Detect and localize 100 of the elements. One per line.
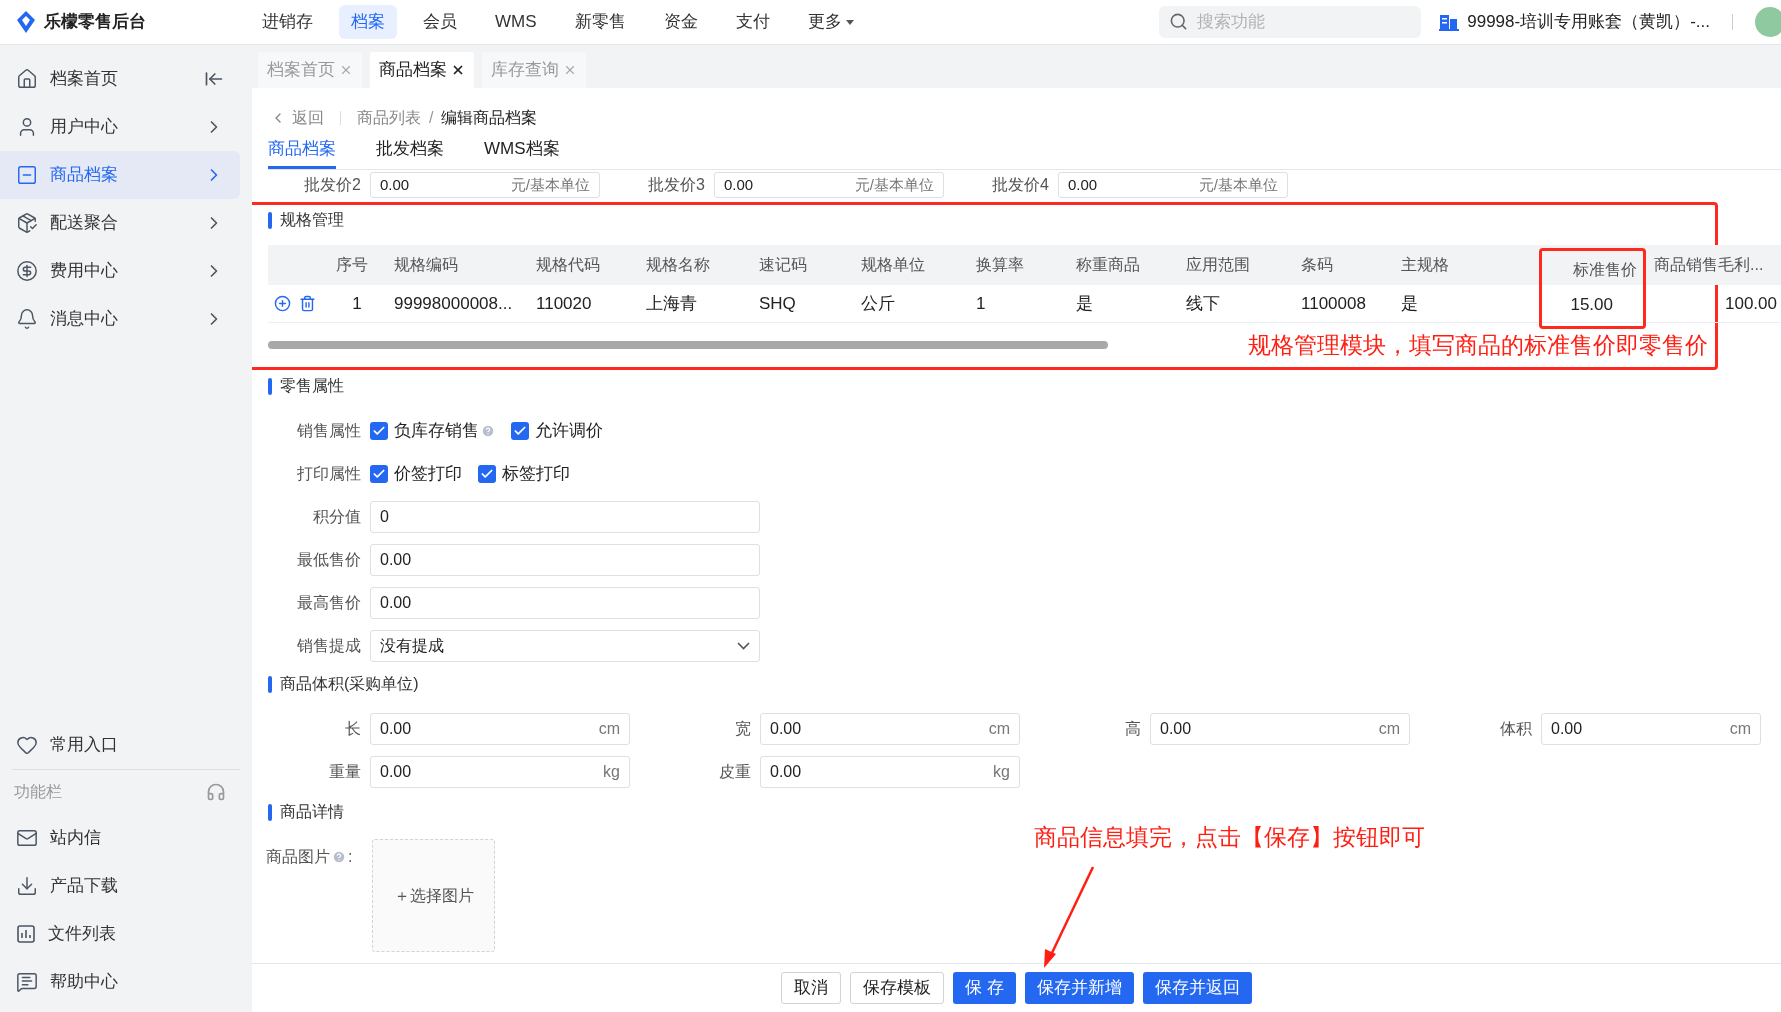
- nav-link[interactable]: 新零售: [562, 5, 638, 39]
- input-field[interactable]: 0.00 kg: [370, 755, 630, 788]
- breadcrumb-item[interactable]: 商品列表: [357, 106, 421, 130]
- checkbox[interactable]: [370, 464, 388, 483]
- sidebar-item[interactable]: 常用入口: [0, 721, 240, 769]
- home-icon: [16, 68, 38, 90]
- form-tab[interactable]: 批发档案: [376, 132, 444, 169]
- input-field[interactable]: 0.00 元/基本单位: [1058, 172, 1288, 198]
- column-header: 标准售价: [1539, 248, 1646, 288]
- nav-link[interactable]: 资金: [651, 5, 710, 39]
- table-cell-text: 公斤: [860, 292, 896, 315]
- package-icon: [16, 212, 38, 234]
- field-label: 高: [1125, 718, 1141, 739]
- headset-icon[interactable]: [206, 782, 226, 802]
- sidebar-item[interactable]: 档案首页: [0, 55, 240, 103]
- checkbox[interactable]: [370, 421, 388, 440]
- collapse-icon[interactable]: [204, 69, 224, 89]
- checkbox[interactable]: [511, 421, 529, 440]
- nav-link[interactable]: 更多: [795, 5, 866, 39]
- column-header: 速记码: [758, 255, 808, 275]
- primary-button[interactable]: 保存并返回: [1142, 972, 1252, 1004]
- back-link[interactable]: 返回: [270, 106, 324, 130]
- input-field[interactable]: 0.00 cm: [760, 712, 1020, 745]
- nav-link[interactable]: 档案: [339, 5, 397, 39]
- nav-link[interactable]: 进销存: [250, 5, 325, 39]
- add-row-icon[interactable]: [274, 295, 291, 312]
- select-field[interactable]: 没有提成: [370, 629, 760, 662]
- chevron-icon: [737, 641, 750, 650]
- input-field[interactable]: 0.00 cm: [1150, 712, 1410, 745]
- table-cell-text: 110020: [535, 292, 593, 315]
- sidebar-item[interactable]: 配送聚合: [0, 199, 240, 247]
- download-icon: [16, 875, 38, 897]
- search-icon: [1169, 12, 1189, 31]
- input-field[interactable]: 0: [370, 500, 760, 533]
- bell-icon: [16, 308, 38, 330]
- primary-button[interactable]: 保 存: [953, 972, 1016, 1004]
- sidebar-item[interactable]: 消息中心: [0, 295, 240, 343]
- field-label: 批发价3: [648, 175, 705, 195]
- sidebar-item[interactable]: 商品档案: [0, 151, 240, 199]
- input-field[interactable]: 0.00 cm: [1541, 712, 1761, 745]
- sidebar-item[interactable]: 产品下载: [0, 862, 240, 910]
- input-field[interactable]: 0.00 元/基本单位: [714, 172, 944, 198]
- scrollbar[interactable]: [268, 341, 1108, 349]
- sidebar-item[interactable]: 费用中心: [0, 247, 240, 295]
- sidebar-item[interactable]: 站内信: [0, 814, 240, 862]
- account-name[interactable]: 99998-培训专用账套（黄凯）-...: [1467, 9, 1710, 35]
- column-header: 规格单位: [860, 255, 926, 275]
- app-name: 乐檬零售后台: [44, 11, 146, 34]
- checkbox-label[interactable]: 允许调价: [535, 417, 603, 444]
- checkbox-label[interactable]: 价签打印: [394, 460, 462, 487]
- column-header: 规格名称: [645, 255, 711, 275]
- section-title: 商品体积(采购单位): [280, 674, 419, 694]
- field-label: 打印属性: [297, 463, 361, 484]
- delete-icon[interactable]: [299, 295, 316, 312]
- field-label: 销售提成: [297, 635, 361, 656]
- nav-link[interactable]: WMS: [483, 5, 549, 39]
- nav-link[interactable]: 会员: [411, 5, 469, 39]
- input-field[interactable]: 0.00: [370, 543, 760, 576]
- table-cell-text: 是: [1075, 292, 1094, 315]
- logo-icon: [16, 11, 36, 33]
- secondary-button[interactable]: 保存模板: [850, 972, 945, 1004]
- field-label: 宽: [735, 718, 751, 739]
- breadcrumb-separator: /: [429, 108, 434, 128]
- form-tab[interactable]: WMS档案: [484, 132, 560, 169]
- column-header: 应用范围: [1185, 255, 1251, 275]
- column-header: 规格编码: [393, 255, 459, 275]
- secondary-button[interactable]: 取消: [781, 972, 842, 1004]
- primary-button[interactable]: 保存并新增: [1024, 972, 1134, 1004]
- table-cell-text: 1100008: [1300, 292, 1367, 315]
- column-header: 序号: [335, 255, 369, 275]
- page-tab[interactable]: 商品档案: [370, 52, 474, 88]
- field-label: 商品图片: [266, 847, 330, 867]
- mail-icon: [16, 827, 38, 849]
- heart-icon: [16, 734, 38, 756]
- form-tab[interactable]: 商品档案: [268, 132, 336, 169]
- checkbox[interactable]: [478, 464, 496, 483]
- checkbox-label[interactable]: 负库存销售: [394, 417, 495, 444]
- input-field[interactable]: 0.00 元/基本单位: [370, 172, 600, 198]
- building-icon: [1439, 13, 1460, 31]
- search-field[interactable]: 搜索功能: [1159, 6, 1422, 38]
- field-label: 重量: [329, 761, 361, 782]
- field-label: 批发价2: [304, 175, 361, 195]
- input-field[interactable]: 0.00 kg: [760, 755, 1020, 788]
- checkbox-label[interactable]: 标签打印: [502, 460, 570, 487]
- field-label: 体积: [1500, 718, 1532, 739]
- close-icon[interactable]: [451, 63, 465, 77]
- input-field[interactable]: 0.00 cm: [370, 712, 630, 745]
- image-upload[interactable]: ＋选择图片: [372, 839, 496, 952]
- sidebar-item[interactable]: 用户中心: [0, 103, 240, 151]
- field-label: 销售属性: [297, 420, 361, 441]
- column-header: 称重商品: [1075, 255, 1141, 275]
- nav-link[interactable]: 支付: [723, 5, 782, 39]
- sidebar-item[interactable]: 帮助中心: [0, 958, 240, 1006]
- input-field[interactable]: 0.00: [370, 586, 760, 619]
- table-cell-text: 线下: [1185, 292, 1221, 315]
- table-cell-text: 上海青: [645, 292, 698, 315]
- sidebar-item[interactable]: 文件列表: [0, 910, 240, 958]
- column-header: 换算率: [975, 255, 1025, 275]
- field-label: 批发价4: [992, 175, 1049, 195]
- field-label: 最低售价: [297, 549, 361, 570]
